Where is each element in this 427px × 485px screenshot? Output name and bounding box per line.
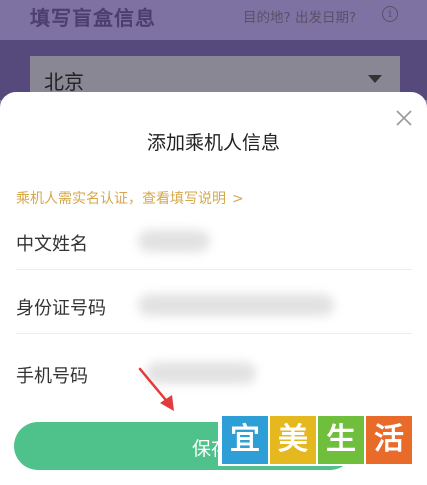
id-number-field[interactable]: 身份证号码 [16, 278, 412, 334]
city-select-value: 北京 [44, 70, 84, 94]
real-name-notice-link[interactable]: 乘机人需实名认证，查看填写说明 > [16, 188, 244, 208]
info-icon[interactable]: i [382, 6, 398, 22]
blurred-name-value [138, 230, 210, 252]
chevron-right-icon: > [232, 191, 244, 207]
watermark-char: 生 [318, 416, 364, 464]
watermark-logo: 宜 美 生 活 [218, 414, 414, 466]
phone-number-label: 手机号码 [16, 366, 88, 387]
dropdown-caret-icon [368, 75, 382, 83]
phone-number-field[interactable]: 手机号码 [16, 346, 412, 402]
blurred-id-value [138, 294, 334, 316]
chinese-name-label: 中文姓名 [16, 234, 88, 255]
chinese-name-field[interactable]: 中文姓名 [16, 214, 412, 270]
notice-text: 乘机人需实名认证，查看填写说明 [16, 191, 226, 207]
annotation-arrow-icon [138, 367, 174, 411]
id-number-label: 身份证号码 [16, 298, 106, 319]
watermark-char: 宜 [222, 416, 268, 464]
close-icon[interactable] [392, 106, 416, 130]
watermark-char: 活 [366, 416, 412, 464]
page-title: 填写盲盒信息 [30, 6, 156, 30]
destination-date-hint: 目的地? 出发日期? [243, 10, 357, 26]
sheet-title: 添加乘机人信息 [146, 132, 280, 154]
watermark-char: 美 [270, 416, 316, 464]
